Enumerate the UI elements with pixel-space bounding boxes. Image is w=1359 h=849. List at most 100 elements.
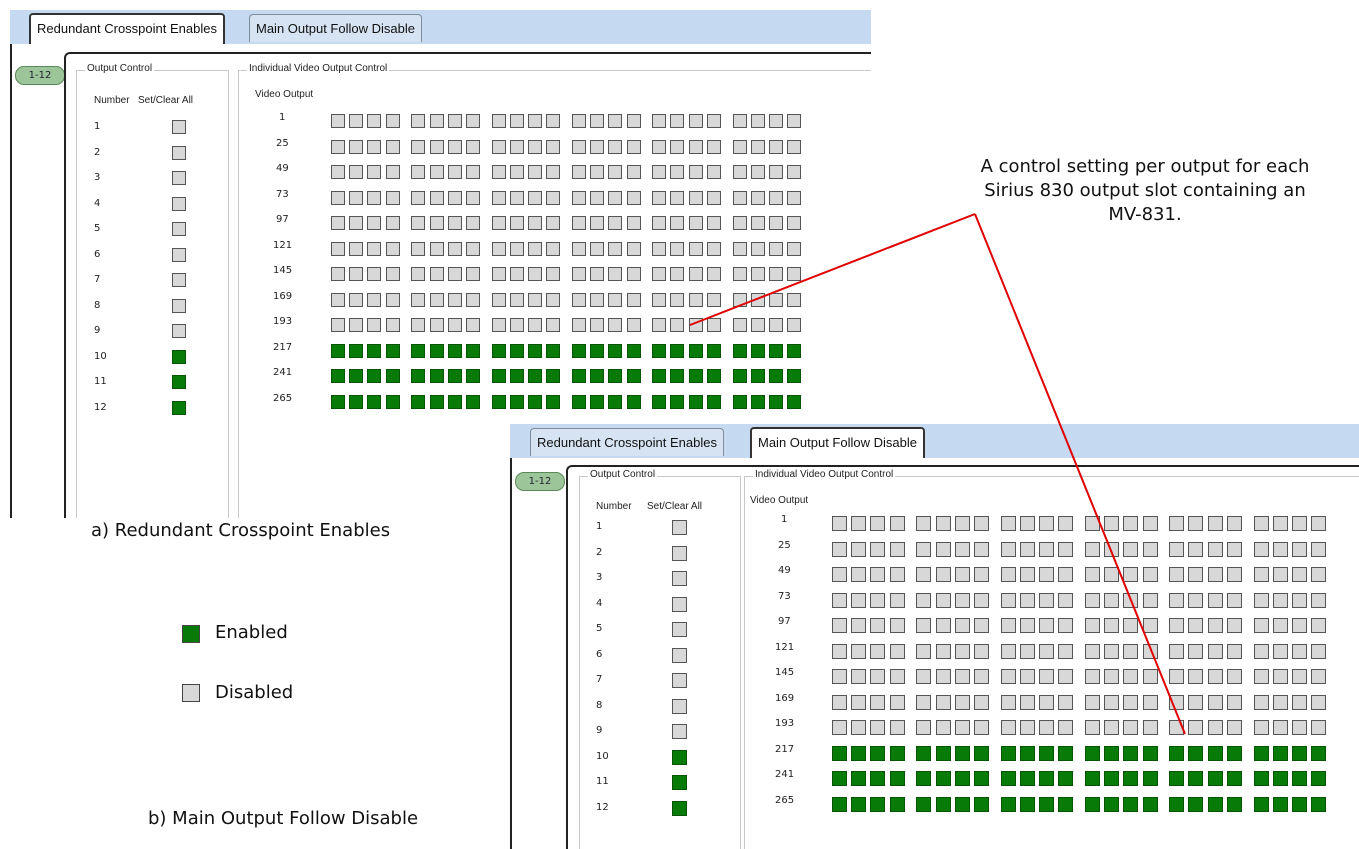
set-clear-all-checkbox[interactable] <box>172 349 186 364</box>
video-output-checkbox[interactable] <box>546 395 560 409</box>
video-output-checkbox[interactable] <box>751 318 765 332</box>
video-output-checkbox[interactable] <box>590 369 604 383</box>
video-output-checkbox[interactable] <box>652 344 666 358</box>
video-output-checkbox[interactable] <box>448 369 462 383</box>
video-output-checkbox[interactable] <box>955 720 970 735</box>
video-output-checkbox[interactable] <box>1039 669 1054 684</box>
video-output-checkbox[interactable] <box>386 267 400 281</box>
video-output-checkbox[interactable] <box>974 797 989 812</box>
video-output-checkbox[interactable] <box>955 567 970 582</box>
video-output-checkbox[interactable] <box>1085 593 1100 608</box>
video-output-checkbox[interactable] <box>1039 542 1054 557</box>
video-output-checkbox[interactable] <box>916 720 931 735</box>
video-output-checkbox[interactable] <box>1273 542 1288 557</box>
video-output-checkbox[interactable] <box>733 267 747 281</box>
video-output-checkbox[interactable] <box>411 293 425 307</box>
video-output-checkbox[interactable] <box>590 267 604 281</box>
video-output-checkbox[interactable] <box>1208 542 1223 557</box>
video-output-checkbox[interactable] <box>411 114 425 128</box>
video-output-checkbox[interactable] <box>510 395 524 409</box>
video-output-checkbox[interactable] <box>1104 746 1119 761</box>
video-output-checkbox[interactable] <box>916 797 931 812</box>
video-output-checkbox[interactable] <box>1227 618 1242 633</box>
video-output-checkbox[interactable] <box>386 242 400 256</box>
video-output-checkbox[interactable] <box>386 293 400 307</box>
video-output-checkbox[interactable] <box>627 369 641 383</box>
video-output-checkbox[interactable] <box>1208 516 1223 531</box>
video-output-checkbox[interactable] <box>1001 618 1016 633</box>
video-output-checkbox[interactable] <box>1169 542 1184 557</box>
video-output-checkbox[interactable] <box>870 746 885 761</box>
video-output-checkbox[interactable] <box>870 797 885 812</box>
video-output-checkbox[interactable] <box>1227 695 1242 710</box>
video-output-checkbox[interactable] <box>890 618 905 633</box>
video-output-checkbox[interactable] <box>608 318 622 332</box>
video-output-checkbox[interactable] <box>1208 669 1223 684</box>
video-output-checkbox[interactable] <box>331 191 345 205</box>
video-output-checkbox[interactable] <box>1188 593 1203 608</box>
video-output-checkbox[interactable] <box>627 318 641 332</box>
video-output-checkbox[interactable] <box>1292 618 1307 633</box>
video-output-checkbox[interactable] <box>448 114 462 128</box>
video-output-checkbox[interactable] <box>349 242 363 256</box>
set-clear-all-checkbox[interactable] <box>672 520 687 535</box>
video-output-checkbox[interactable] <box>832 516 847 531</box>
video-output-checkbox[interactable] <box>572 114 586 128</box>
video-output-checkbox[interactable] <box>1292 695 1307 710</box>
video-output-checkbox[interactable] <box>955 644 970 659</box>
video-output-checkbox[interactable] <box>916 618 931 633</box>
video-output-checkbox[interactable] <box>546 140 560 154</box>
video-output-checkbox[interactable] <box>528 114 542 128</box>
video-output-checkbox[interactable] <box>1227 593 1242 608</box>
video-output-checkbox[interactable] <box>590 191 604 205</box>
video-output-checkbox[interactable] <box>1208 771 1223 786</box>
video-output-checkbox[interactable] <box>411 369 425 383</box>
video-output-checkbox[interactable] <box>751 267 765 281</box>
set-clear-all-checkbox[interactable] <box>672 775 687 790</box>
video-output-checkbox[interactable] <box>492 191 506 205</box>
video-output-checkbox[interactable] <box>1143 797 1158 812</box>
video-output-checkbox[interactable] <box>1254 567 1269 582</box>
video-output-checkbox[interactable] <box>1311 644 1326 659</box>
video-output-checkbox[interactable] <box>707 293 721 307</box>
video-output-checkbox[interactable] <box>411 140 425 154</box>
video-output-checkbox[interactable] <box>411 318 425 332</box>
video-output-checkbox[interactable] <box>787 369 801 383</box>
video-output-checkbox[interactable] <box>751 242 765 256</box>
video-output-checkbox[interactable] <box>670 267 684 281</box>
video-output-checkbox[interactable] <box>851 593 866 608</box>
video-output-checkbox[interactable] <box>890 720 905 735</box>
video-output-checkbox[interactable] <box>331 140 345 154</box>
video-output-checkbox[interactable] <box>546 191 560 205</box>
video-output-checkbox[interactable] <box>769 242 783 256</box>
video-output-checkbox[interactable] <box>349 216 363 230</box>
video-output-checkbox[interactable] <box>1123 669 1138 684</box>
video-output-checkbox[interactable] <box>1254 542 1269 557</box>
video-output-checkbox[interactable] <box>689 114 703 128</box>
video-output-checkbox[interactable] <box>1311 567 1326 582</box>
video-output-checkbox[interactable] <box>367 165 381 179</box>
video-output-checkbox[interactable] <box>1104 618 1119 633</box>
video-output-checkbox[interactable] <box>1143 644 1158 659</box>
video-output-checkbox[interactable] <box>689 344 703 358</box>
video-output-checkbox[interactable] <box>1311 516 1326 531</box>
video-output-checkbox[interactable] <box>528 318 542 332</box>
video-output-checkbox[interactable] <box>1039 567 1054 582</box>
video-output-checkbox[interactable] <box>367 318 381 332</box>
video-output-checkbox[interactable] <box>590 344 604 358</box>
video-output-checkbox[interactable] <box>733 318 747 332</box>
video-output-checkbox[interactable] <box>851 618 866 633</box>
page-pill-1-12[interactable]: 1-12 <box>15 66 65 85</box>
video-output-checkbox[interactable] <box>1143 618 1158 633</box>
video-output-checkbox[interactable] <box>331 242 345 256</box>
video-output-checkbox[interactable] <box>670 216 684 230</box>
video-output-checkbox[interactable] <box>916 695 931 710</box>
video-output-checkbox[interactable] <box>386 369 400 383</box>
video-output-checkbox[interactable] <box>1208 720 1223 735</box>
video-output-checkbox[interactable] <box>1104 644 1119 659</box>
video-output-checkbox[interactable] <box>832 797 847 812</box>
video-output-checkbox[interactable] <box>689 165 703 179</box>
video-output-checkbox[interactable] <box>1058 669 1073 684</box>
video-output-checkbox[interactable] <box>787 140 801 154</box>
video-output-checkbox[interactable] <box>331 293 345 307</box>
